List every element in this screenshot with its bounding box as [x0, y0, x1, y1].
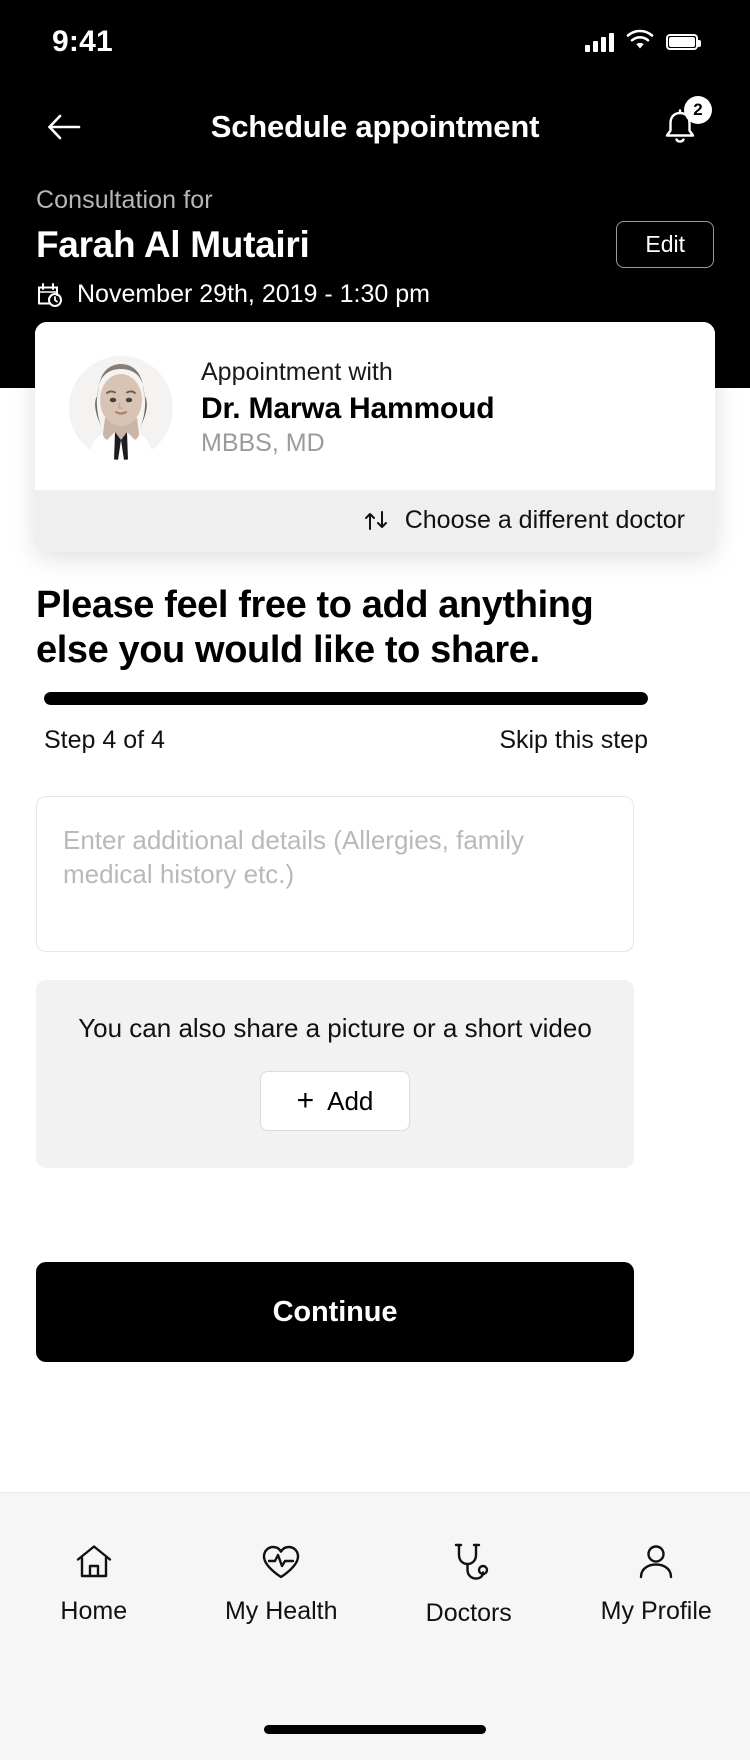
status-icons	[585, 29, 701, 55]
doctor-avatar-photo	[69, 356, 173, 460]
doctor-name: Dr. Marwa Hammoud	[201, 392, 495, 425]
signal-bars-icon	[585, 32, 614, 52]
bottom-navigation: Home My Health Doctors My Profile	[0, 1492, 750, 1760]
nav-item-doctors[interactable]: Doctors	[386, 1541, 551, 1628]
skip-step-link[interactable]: Skip this step	[499, 726, 648, 755]
navigation-bar: Schedule appointment 2	[0, 92, 750, 162]
nav-label-home: Home	[60, 1597, 128, 1625]
section-headline: Please feel free to add anything else yo…	[36, 584, 594, 672]
calendar-clock-icon	[38, 283, 62, 307]
doctor-credentials: MBBS, MD	[201, 429, 325, 457]
wifi-icon	[626, 29, 654, 55]
appointment-datetime: November 29th, 2019 - 1:30 pm	[77, 280, 430, 308]
heart-pulse-icon	[263, 1545, 300, 1579]
app-screen: 9:41 Schedule appointment 2 Consultation…	[0, 0, 750, 1760]
add-media-label: Add	[327, 1085, 374, 1116]
appointment-with-label: Appointment with	[201, 358, 393, 386]
nav-item-home[interactable]: Home	[11, 1541, 176, 1626]
notifications-button[interactable]: 2	[652, 96, 712, 156]
step-indicator: Step 4 of 4	[44, 726, 165, 754]
appointment-datetime-row: November 29th, 2019 - 1:30 pm	[36, 280, 714, 309]
bottom-nav-items: Home My Health Doctors My Profile	[0, 1493, 750, 1628]
media-share-prompt: You can also share a picture or a short …	[78, 1013, 592, 1043]
stethoscope-icon	[454, 1543, 488, 1580]
additional-details-input[interactable]	[36, 796, 634, 952]
home-icon	[76, 1545, 111, 1578]
continue-button[interactable]: Continue	[36, 1262, 634, 1362]
doctor-card: Appointment with Dr. Marwa Hammoud MBBS,…	[35, 322, 715, 552]
person-icon	[640, 1545, 673, 1579]
status-time: 9:41	[52, 25, 113, 58]
consultation-label: Consultation for	[36, 186, 213, 214]
status-bar: 9:41	[0, 0, 750, 70]
progress-bar	[44, 692, 648, 705]
battery-icon	[666, 34, 701, 50]
patient-name: Farah Al Mutairi	[36, 223, 310, 265]
home-indicator	[264, 1725, 486, 1734]
media-share-panel: You can also share a picture or a short …	[36, 980, 634, 1168]
nav-item-my-profile[interactable]: My Profile	[574, 1541, 739, 1626]
doctor-card-body: Appointment with Dr. Marwa Hammoud MBBS,…	[35, 322, 715, 490]
plus-icon: +	[296, 1084, 315, 1117]
nav-item-my-health[interactable]: My Health	[199, 1541, 364, 1626]
arrow-left-icon	[48, 114, 81, 140]
patient-row: Farah Al Mutairi Edit	[36, 221, 714, 268]
choose-different-doctor-label: Choose a different doctor	[404, 506, 685, 534]
page-title: Schedule appointment	[210, 109, 540, 144]
nav-label-my-health: My Health	[224, 1597, 338, 1625]
edit-button[interactable]: Edit	[616, 221, 714, 268]
nav-label-my-profile: My Profile	[600, 1597, 712, 1625]
progress-meta: Step 4 of 4 Skip this step	[44, 726, 648, 755]
nav-label-doctors: Doctors	[425, 1599, 512, 1627]
add-media-button[interactable]: + Add	[260, 1071, 410, 1131]
choose-different-doctor-button[interactable]: Choose a different doctor	[35, 490, 715, 552]
back-button[interactable]	[36, 99, 92, 155]
doctor-details: Appointment with Dr. Marwa Hammoud MBBS,…	[201, 358, 495, 458]
notification-badge: 2	[684, 96, 712, 124]
consultation-section: Consultation for Farah Al Mutairi Edit N…	[0, 186, 750, 309]
progress-bar-fill	[44, 692, 648, 705]
progress-section: Step 4 of 4 Skip this step	[44, 692, 648, 755]
swap-arrows-icon	[364, 511, 387, 530]
